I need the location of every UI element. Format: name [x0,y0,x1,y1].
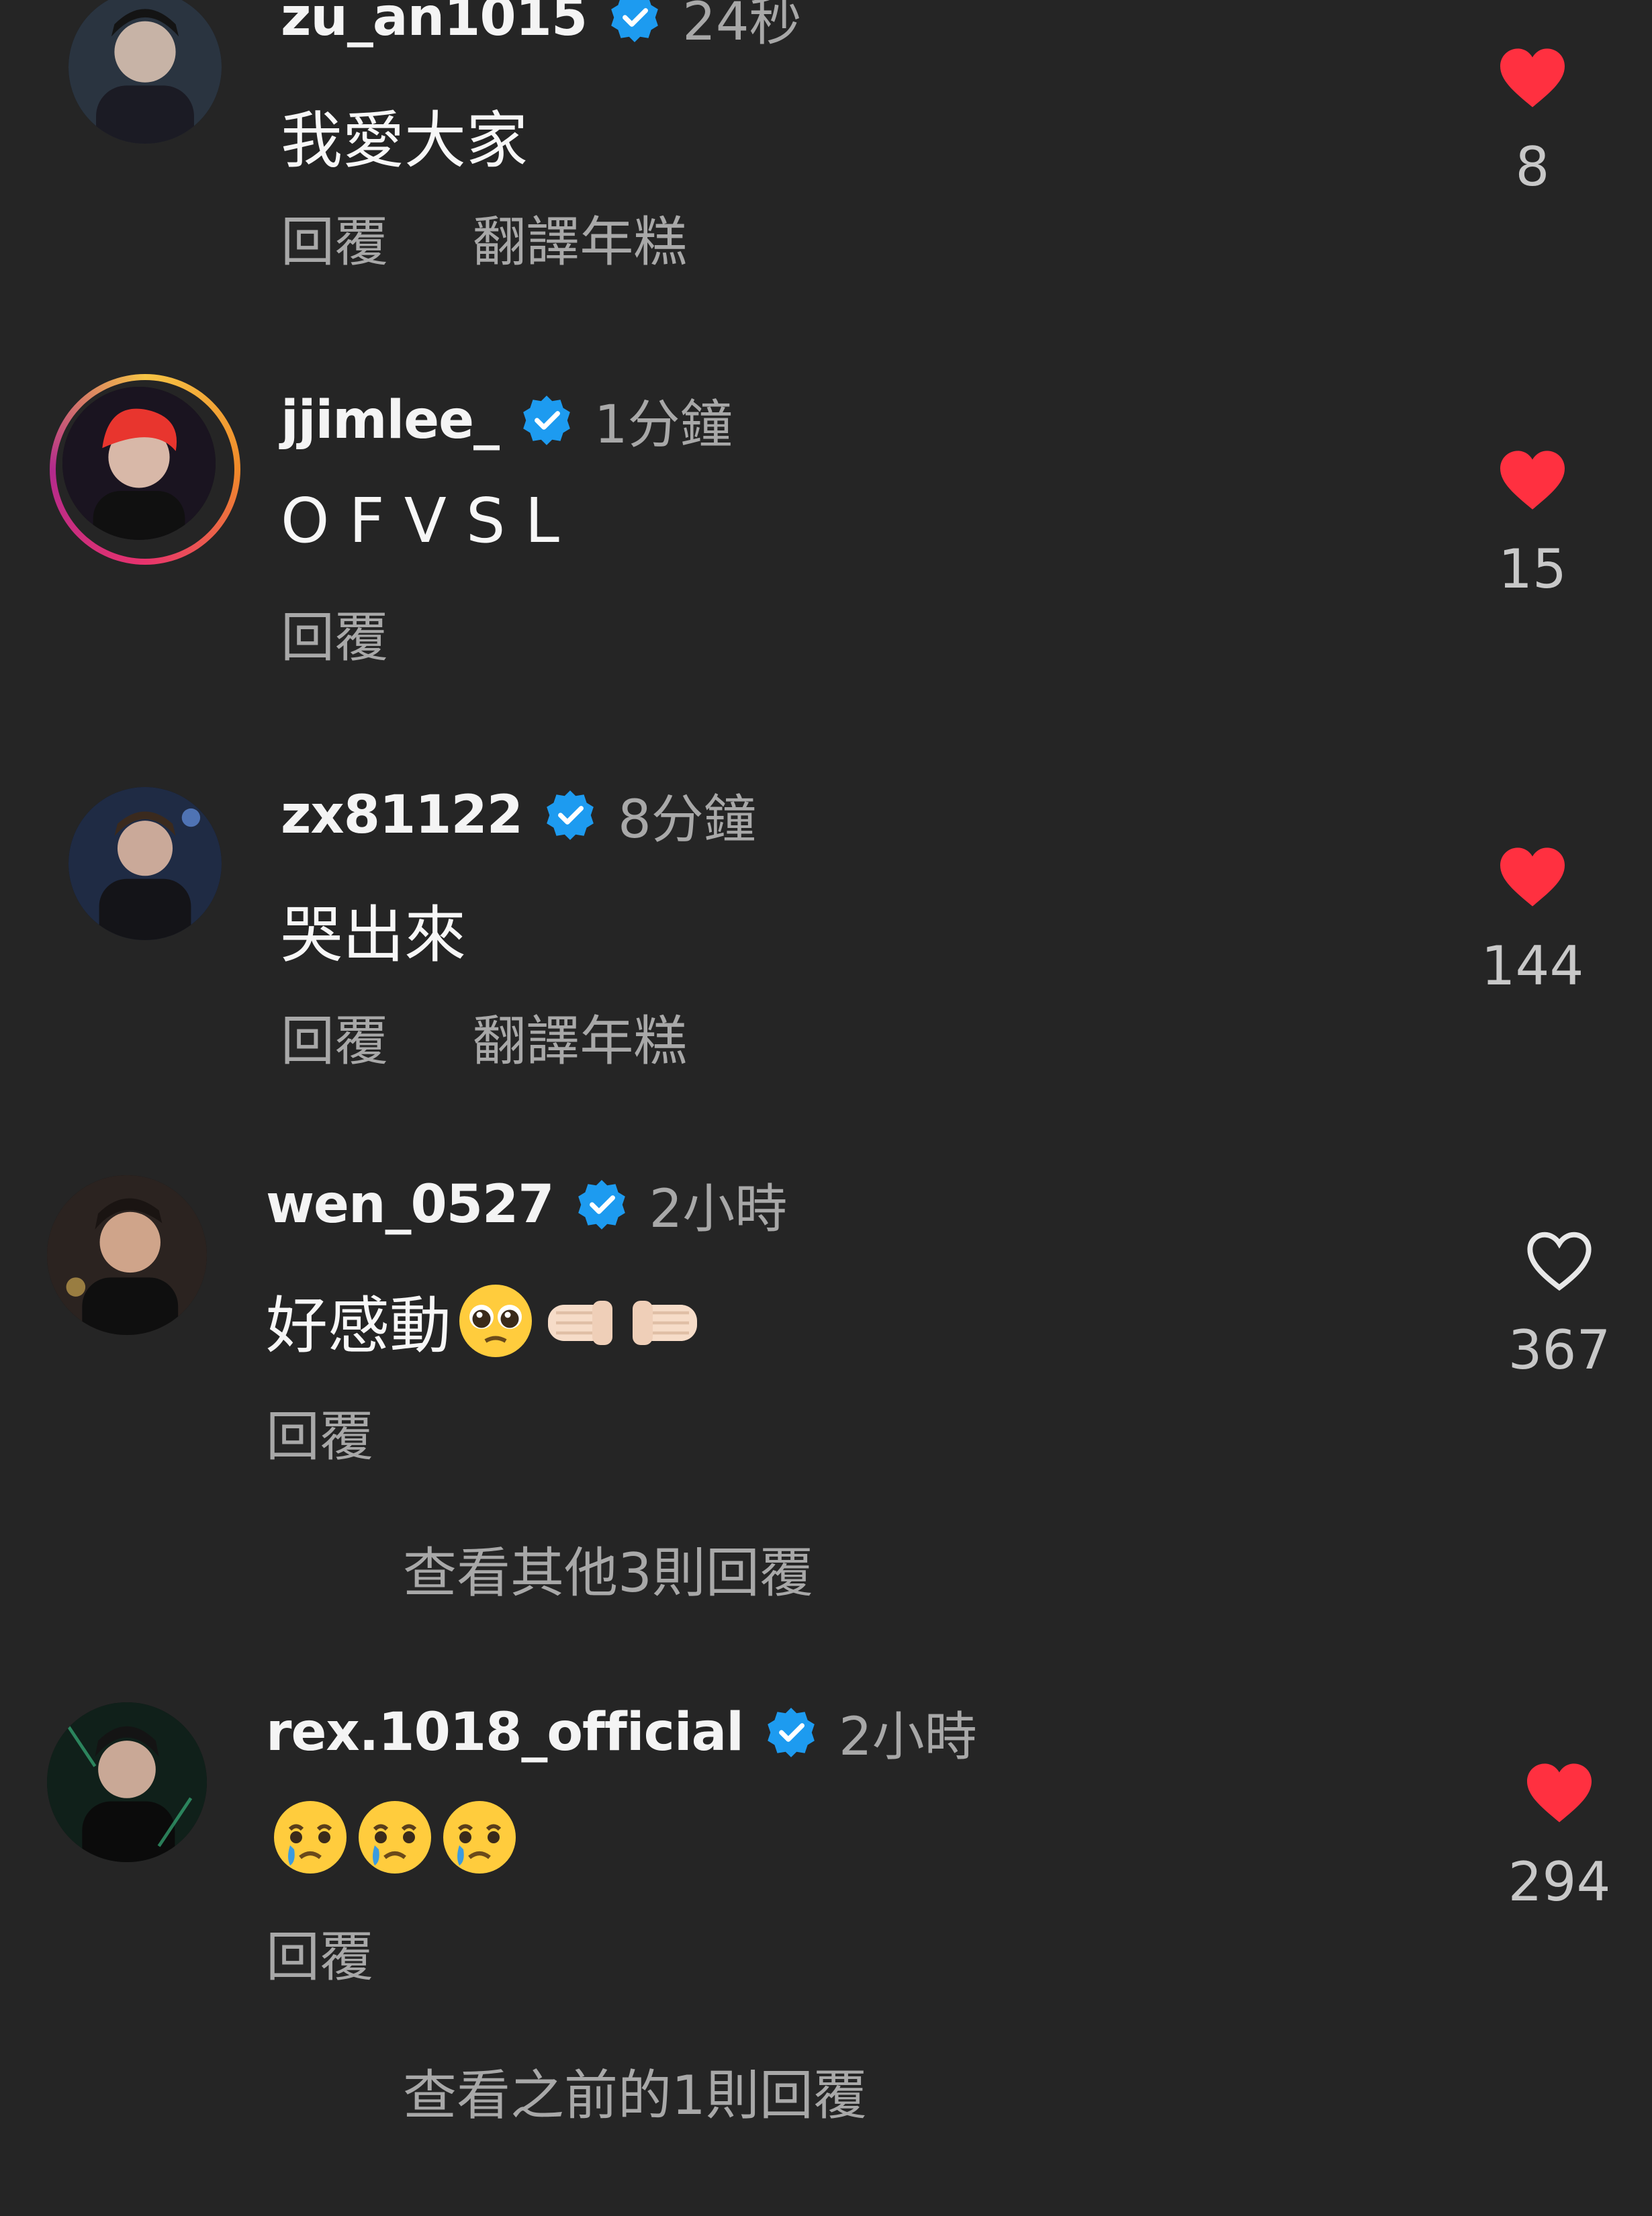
username[interactable]: jjimlee_ [281,390,500,451]
like-count: 8 [1515,136,1550,198]
pleading-face-emoji [455,1281,536,1361]
verified-badge-icon [523,396,570,445]
like-count: 294 [1508,1851,1611,1913]
fist-left-emoji [540,1281,621,1361]
heart-filled-icon[interactable] [1524,1761,1595,1825]
heart-filled-icon[interactable] [1497,845,1568,909]
avatar-image [47,1175,207,1335]
avatar-image [62,387,216,540]
comment-text-row [266,1797,520,1878]
comment-text: O F V S L [281,485,559,557]
view-previous-replies-link[interactable]: 查看之前的1則回覆 [403,2052,867,2130]
username[interactable]: zu_an1015 [281,0,588,48]
like-count: 367 [1508,1319,1611,1381]
translate-button[interactable]: 翻譯年糕 [472,211,687,273]
avatar[interactable] [68,787,222,940]
heart-filled-icon[interactable] [1497,448,1568,512]
heart-filled-icon[interactable] [1497,46,1568,110]
reply-button[interactable]: 回覆 [266,1926,373,1988]
view-more-replies-link[interactable]: 查看其他3則回覆 [403,1530,813,1608]
crying-face-emoji [270,1797,351,1878]
avatar[interactable] [62,387,216,540]
story-ring[interactable] [50,374,240,565]
fist-right-emoji [625,1281,705,1361]
avatar[interactable] [68,0,222,144]
reply-button[interactable]: 回覆 [281,211,388,273]
verified-badge-icon [611,0,659,42]
comment-text: 我愛大家 [281,105,529,177]
comment-time: 1分鐘 [594,395,733,455]
username[interactable]: wen_0527 [266,1174,555,1235]
avatar[interactable] [47,1702,207,1862]
like-count: 15 [1498,538,1567,600]
crying-face-emoji [439,1797,520,1878]
username[interactable]: rex.1018_official [266,1702,744,1763]
heart-outline-icon[interactable] [1524,1229,1595,1293]
comment-text: 好感動 [266,1290,452,1362]
avatar[interactable] [47,1175,207,1335]
reply-button[interactable]: 回覆 [266,1405,373,1468]
avatar-image [68,0,222,144]
username[interactable]: zx81122 [281,785,523,845]
verified-badge-icon [768,1708,815,1757]
crying-face-emoji [355,1797,435,1878]
like-count: 144 [1481,935,1584,997]
avatar-image [47,1702,207,1862]
reply-button[interactable]: 回覆 [281,606,388,669]
comment-time: 2小時 [649,1179,788,1240]
reply-button[interactable]: 回覆 [281,1010,388,1072]
translate-button[interactable]: 翻譯年糕 [472,1010,687,1072]
verified-badge-icon [578,1180,625,1230]
comment-time: 2小時 [838,1707,977,1767]
comment-text: 哭出來 [281,899,467,971]
comment-text-row: 好感動 [266,1276,705,1365]
comment-time: 8分鐘 [618,790,756,850]
verified-badge-icon [547,790,594,840]
comment-time: 24秒 [682,0,802,52]
avatar-image [68,787,222,940]
